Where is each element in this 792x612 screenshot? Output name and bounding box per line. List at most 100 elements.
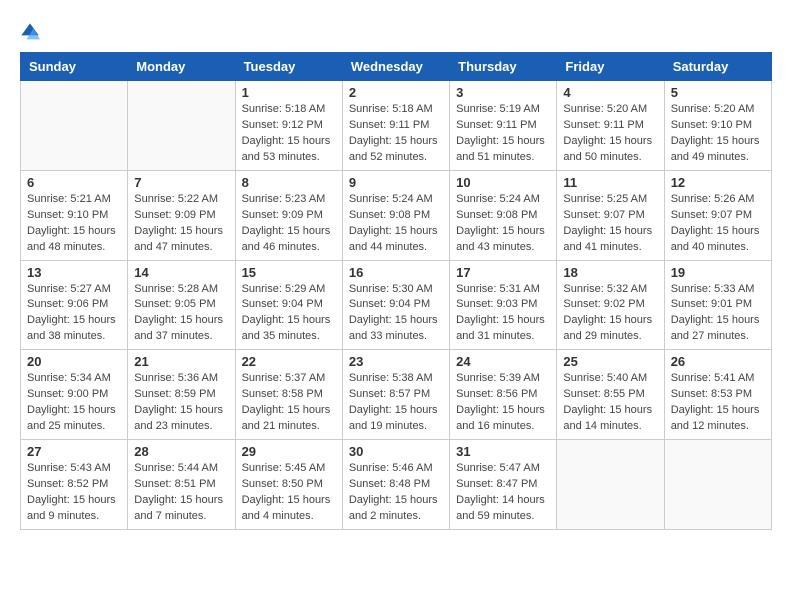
day-info: Sunrise: 5:32 AMSunset: 9:02 PMDaylight:…: [563, 282, 657, 346]
day-info: Sunrise: 5:36 AMSunset: 8:59 PMDaylight:…: [134, 371, 228, 435]
calendar-cell: 24 Sunrise: 5:39 AMSunset: 8:56 PMDayligh…: [450, 350, 557, 440]
weekday-header: Thursday: [450, 53, 557, 81]
day-number: 16: [349, 265, 443, 280]
day-number: 29: [242, 444, 336, 459]
weekday-header-row: SundayMondayTuesdayWednesdayThursdayFrid…: [21, 53, 772, 81]
day-info: Sunrise: 5:41 AMSunset: 8:53 PMDaylight:…: [671, 371, 765, 435]
day-number: 15: [242, 265, 336, 280]
calendar-cell: 2 Sunrise: 5:18 AMSunset: 9:11 PMDaylight…: [342, 81, 449, 171]
day-info: Sunrise: 5:22 AMSunset: 9:09 PMDaylight:…: [134, 192, 228, 256]
page-header: [20, 20, 772, 42]
day-number: 3: [456, 85, 550, 100]
day-info: Sunrise: 5:21 AMSunset: 9:10 PMDaylight:…: [27, 192, 121, 256]
weekday-header: Saturday: [664, 53, 771, 81]
day-number: 27: [27, 444, 121, 459]
calendar-week-row: 1Sunrise: 5:18 AMSunset: 9:12 PMDaylight…: [21, 81, 772, 171]
calendar-cell: 29 Sunrise: 5:45 AMSunset: 8:50 PMDayligh…: [235, 440, 342, 530]
day-number: 31: [456, 444, 550, 459]
day-info: Sunrise: 5:18 AMSunset: 9:12 PMDaylight:…: [242, 102, 336, 166]
day-number: 28: [134, 444, 228, 459]
calendar-cell: 6 Sunrise: 5:21 AMSunset: 9:10 PMDaylight…: [21, 170, 128, 260]
day-info: Sunrise: 5:31 AMSunset: 9:03 PMDaylight:…: [456, 282, 550, 346]
day-number: 12: [671, 175, 765, 190]
calendar-cell: [557, 440, 664, 530]
calendar-cell: [21, 81, 128, 171]
calendar-cell: 15 Sunrise: 5:29 AMSunset: 9:04 PMDayligh…: [235, 260, 342, 350]
day-number: 13: [27, 265, 121, 280]
day-number: 2: [349, 85, 443, 100]
calendar-cell: 22 Sunrise: 5:37 AMSunset: 8:58 PMDayligh…: [235, 350, 342, 440]
day-number: 11: [563, 175, 657, 190]
calendar-cell: 14Sunrise: 5:28 AMSunset: 9:05 PMDayligh…: [128, 260, 235, 350]
day-info: Sunrise: 5:26 AMSunset: 9:07 PMDaylight:…: [671, 192, 765, 256]
calendar-cell: 31 Sunrise: 5:47 AMSunset: 8:47 PMDayligh…: [450, 440, 557, 530]
weekday-header: Sunday: [21, 53, 128, 81]
calendar-week-row: 27 Sunrise: 5:43 AMSunset: 8:52 PMDayligh…: [21, 440, 772, 530]
day-info: Sunrise: 5:46 AMSunset: 8:48 PMDaylight:…: [349, 461, 443, 525]
day-number: 22: [242, 354, 336, 369]
day-info: Sunrise: 5:25 AMSunset: 9:07 PMDaylight:…: [563, 192, 657, 256]
day-info: Sunrise: 5:40 AMSunset: 8:55 PMDaylight:…: [563, 371, 657, 435]
day-number: 5: [671, 85, 765, 100]
day-number: 20: [27, 354, 121, 369]
day-number: 21: [134, 354, 228, 369]
day-info: Sunrise: 5:27 AMSunset: 9:06 PMDaylight:…: [27, 282, 121, 346]
calendar-cell: 5 Sunrise: 5:20 AMSunset: 9:10 PMDaylight…: [664, 81, 771, 171]
day-number: 23: [349, 354, 443, 369]
calendar-cell: 30Sunrise: 5:46 AMSunset: 8:48 PMDayligh…: [342, 440, 449, 530]
day-info: Sunrise: 5:43 AMSunset: 8:52 PMDaylight:…: [27, 461, 121, 525]
calendar: SundayMondayTuesdayWednesdayThursdayFrid…: [20, 52, 772, 530]
calendar-week-row: 13 Sunrise: 5:27 AMSunset: 9:06 PMDayligh…: [21, 260, 772, 350]
day-info: Sunrise: 5:24 AMSunset: 9:08 PMDaylight:…: [349, 192, 443, 256]
day-number: 7: [134, 175, 228, 190]
day-info: Sunrise: 5:23 AMSunset: 9:09 PMDaylight:…: [242, 192, 336, 256]
calendar-cell: 19 Sunrise: 5:33 AMSunset: 9:01 PMDayligh…: [664, 260, 771, 350]
calendar-week-row: 6 Sunrise: 5:21 AMSunset: 9:10 PMDaylight…: [21, 170, 772, 260]
day-number: 9: [349, 175, 443, 190]
calendar-cell: 3 Sunrise: 5:19 AMSunset: 9:11 PMDaylight…: [450, 81, 557, 171]
logo-icon: [20, 22, 40, 42]
weekday-header: Wednesday: [342, 53, 449, 81]
day-number: 19: [671, 265, 765, 280]
day-number: 10: [456, 175, 550, 190]
day-info: Sunrise: 5:34 AMSunset: 9:00 PMDaylight:…: [27, 371, 121, 435]
day-number: 18: [563, 265, 657, 280]
day-info: Sunrise: 5:29 AMSunset: 9:04 PMDaylight:…: [242, 282, 336, 346]
day-info: Sunrise: 5:20 AMSunset: 9:10 PMDaylight:…: [671, 102, 765, 166]
calendar-cell: 12 Sunrise: 5:26 AMSunset: 9:07 PMDayligh…: [664, 170, 771, 260]
calendar-cell: 1Sunrise: 5:18 AMSunset: 9:12 PMDaylight…: [235, 81, 342, 171]
weekday-header: Tuesday: [235, 53, 342, 81]
day-info: Sunrise: 5:38 AMSunset: 8:57 PMDaylight:…: [349, 371, 443, 435]
day-info: Sunrise: 5:30 AMSunset: 9:04 PMDaylight:…: [349, 282, 443, 346]
calendar-cell: 17 Sunrise: 5:31 AMSunset: 9:03 PMDayligh…: [450, 260, 557, 350]
day-number: 8: [242, 175, 336, 190]
weekday-header: Friday: [557, 53, 664, 81]
calendar-cell: 16 Sunrise: 5:30 AMSunset: 9:04 PMDayligh…: [342, 260, 449, 350]
day-info: Sunrise: 5:19 AMSunset: 9:11 PMDaylight:…: [456, 102, 550, 166]
calendar-cell: 13 Sunrise: 5:27 AMSunset: 9:06 PMDayligh…: [21, 260, 128, 350]
calendar-cell: 18 Sunrise: 5:32 AMSunset: 9:02 PMDayligh…: [557, 260, 664, 350]
calendar-cell: 26 Sunrise: 5:41 AMSunset: 8:53 PMDayligh…: [664, 350, 771, 440]
day-number: 17: [456, 265, 550, 280]
calendar-cell: 8 Sunrise: 5:23 AMSunset: 9:09 PMDaylight…: [235, 170, 342, 260]
day-number: 26: [671, 354, 765, 369]
day-number: 24: [456, 354, 550, 369]
day-number: 25: [563, 354, 657, 369]
day-info: Sunrise: 5:24 AMSunset: 9:08 PMDaylight:…: [456, 192, 550, 256]
day-info: Sunrise: 5:18 AMSunset: 9:11 PMDaylight:…: [349, 102, 443, 166]
day-info: Sunrise: 5:45 AMSunset: 8:50 PMDaylight:…: [242, 461, 336, 525]
calendar-cell: [664, 440, 771, 530]
calendar-cell: 23 Sunrise: 5:38 AMSunset: 8:57 PMDayligh…: [342, 350, 449, 440]
calendar-cell: 28 Sunrise: 5:44 AMSunset: 8:51 PMDayligh…: [128, 440, 235, 530]
calendar-cell: 25 Sunrise: 5:40 AMSunset: 8:55 PMDayligh…: [557, 350, 664, 440]
calendar-cell: 21 Sunrise: 5:36 AMSunset: 8:59 PMDayligh…: [128, 350, 235, 440]
day-info: Sunrise: 5:37 AMSunset: 8:58 PMDaylight:…: [242, 371, 336, 435]
day-number: 6: [27, 175, 121, 190]
day-info: Sunrise: 5:44 AMSunset: 8:51 PMDaylight:…: [134, 461, 228, 525]
day-info: Sunrise: 5:47 AMSunset: 8:47 PMDaylight:…: [456, 461, 550, 525]
day-number: 14: [134, 265, 228, 280]
day-info: Sunrise: 5:39 AMSunset: 8:56 PMDaylight:…: [456, 371, 550, 435]
day-info: Sunrise: 5:33 AMSunset: 9:01 PMDaylight:…: [671, 282, 765, 346]
calendar-cell: 11 Sunrise: 5:25 AMSunset: 9:07 PMDayligh…: [557, 170, 664, 260]
calendar-cell: 4Sunrise: 5:20 AMSunset: 9:11 PMDaylight…: [557, 81, 664, 171]
